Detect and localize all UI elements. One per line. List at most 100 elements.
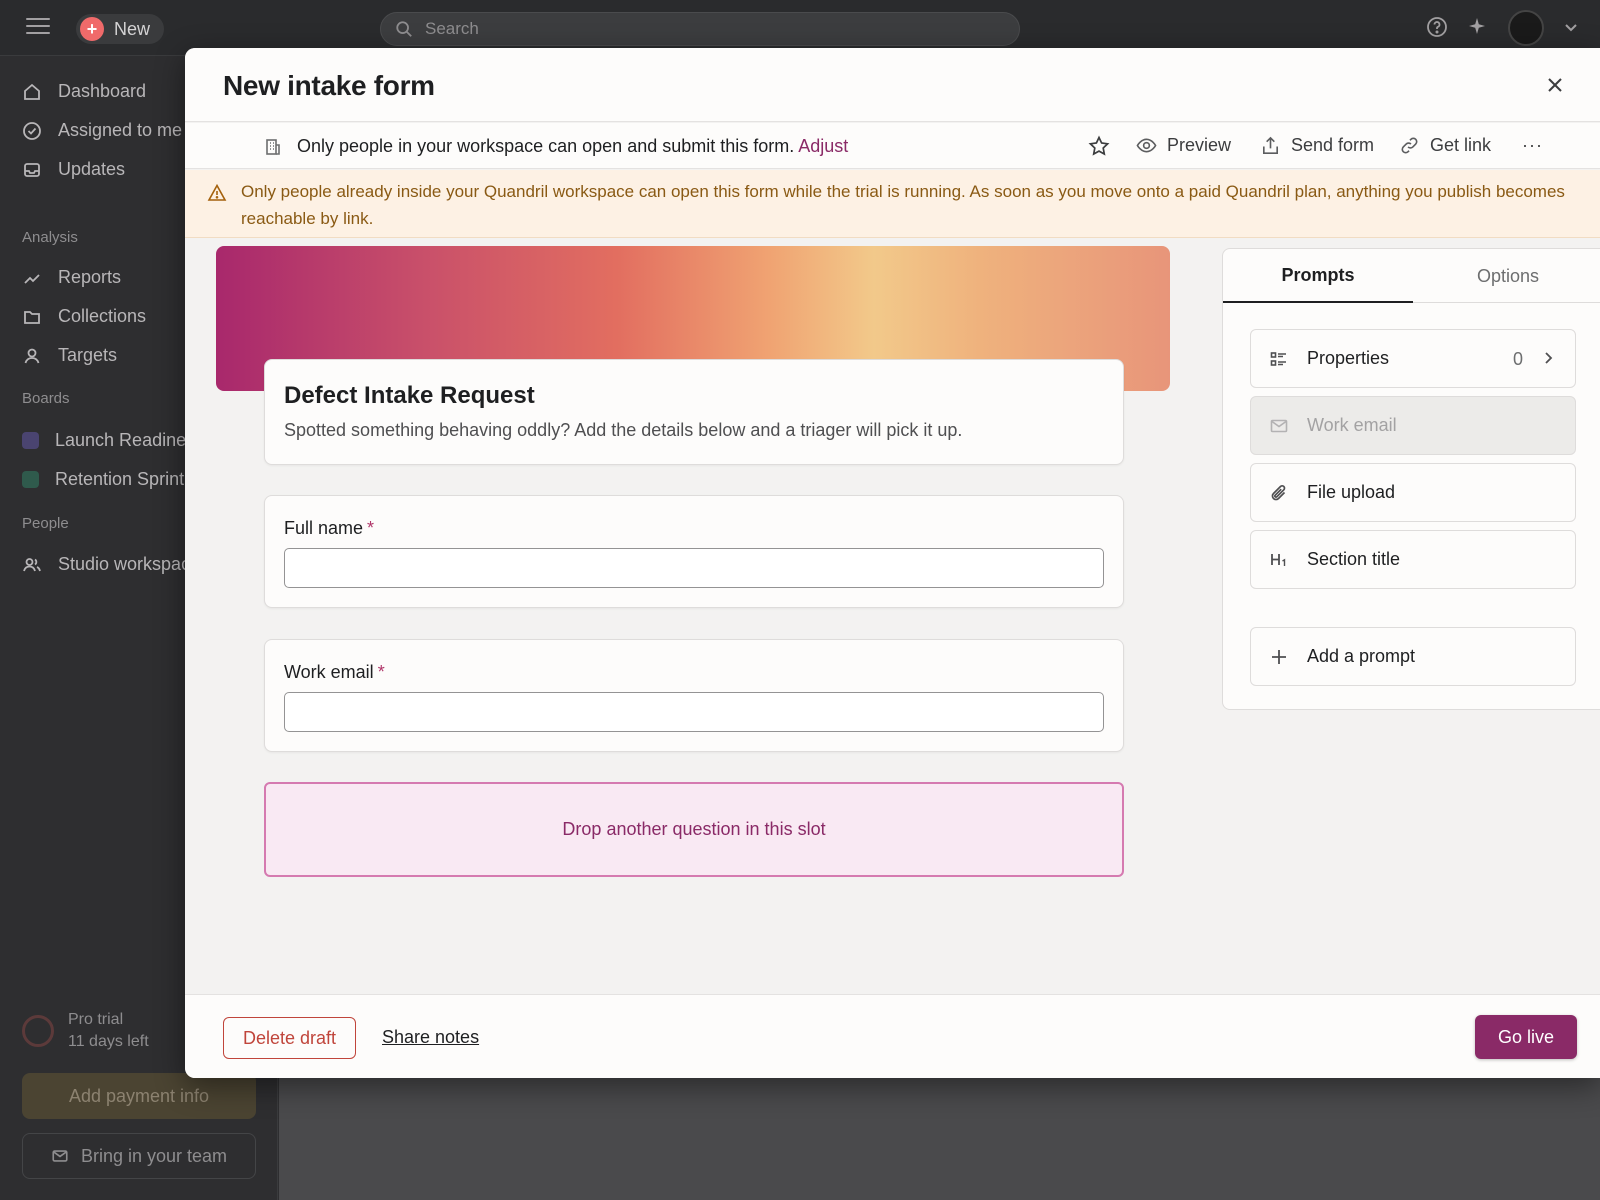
tab-prompts[interactable]: Prompts xyxy=(1223,249,1413,303)
trend-icon xyxy=(24,273,40,284)
prompt-work-email: Work email xyxy=(1250,396,1576,455)
send-form-label: Send form xyxy=(1291,135,1375,155)
inbox-icon xyxy=(24,162,40,177)
trial-status: Pro trial 11 days left xyxy=(22,1009,149,1053)
building-icon xyxy=(266,138,280,155)
prompt-label: Section title xyxy=(1307,549,1401,569)
sidebar-item-updates[interactable]: Updates xyxy=(22,159,125,180)
sidebar-item-label: Assigned to me xyxy=(58,120,183,140)
sidebar-item-people[interactable]: Studio workspace xyxy=(22,554,200,575)
prompt-section-title[interactable]: Section title xyxy=(1250,530,1576,589)
warning-icon xyxy=(207,183,227,201)
trial-progress-ring xyxy=(22,1015,54,1047)
avatar[interactable] xyxy=(1508,10,1544,46)
adjust-link[interactable]: Adjust xyxy=(798,136,848,156)
sidebar-item-dashboard[interactable]: Dashboard xyxy=(22,81,146,102)
preview-label: Preview xyxy=(1167,135,1232,155)
form-title[interactable]: Defect Intake Request xyxy=(284,382,535,410)
sidebar-item-targets[interactable]: Targets xyxy=(22,345,117,366)
add-prompt-label: Add a prompt xyxy=(1307,646,1416,666)
sidebar-item-board[interactable]: Retention Sprint xyxy=(22,469,184,490)
board-color-swatch xyxy=(22,471,39,488)
delete-draft-button[interactable]: Delete draft xyxy=(223,1017,357,1059)
sidebar-item-label: Dashboard xyxy=(58,81,147,101)
search-bar[interactable]: Search xyxy=(380,12,1020,46)
link-icon xyxy=(1401,137,1418,154)
panel-tabs: Prompts Options xyxy=(1223,249,1600,303)
heading-icon xyxy=(1271,553,1286,566)
sidebar-section-boards: Boards xyxy=(22,390,70,407)
add-prompt-button[interactable]: Add a prompt xyxy=(1250,627,1576,686)
trial-title: Pro trial xyxy=(68,1011,124,1028)
invite-team-button[interactable]: Bring in your team xyxy=(22,1133,256,1179)
sidebar-item-label: Retention Sprint xyxy=(55,469,185,489)
question-label: Work email * xyxy=(284,662,385,683)
tab-options[interactable]: Options xyxy=(1413,249,1600,303)
question-label-text: Full name xyxy=(284,518,364,538)
send-form-button[interactable]: Send form xyxy=(1260,135,1374,156)
search-placeholder: Search xyxy=(425,19,479,38)
trial-warning-banner: Only people already inside your Quandril… xyxy=(185,170,1600,238)
intake-form-modal: New intake form Only people in your work… xyxy=(185,48,1600,1078)
sidebar-item-board[interactable]: Launch Readiness xyxy=(22,430,204,451)
share-icon xyxy=(1263,136,1278,154)
close-icon[interactable] xyxy=(1542,72,1568,98)
home-icon xyxy=(24,83,40,100)
modal-header: New intake form xyxy=(185,48,1600,122)
plus-icon: + xyxy=(80,17,104,41)
preview-button[interactable]: Preview xyxy=(1136,135,1231,156)
share-notes-link[interactable]: Share notes xyxy=(382,1027,479,1048)
question-drop-zone[interactable]: Drop another question in this slot xyxy=(264,782,1124,877)
eye-icon xyxy=(1136,138,1157,153)
get-link-label: Get link xyxy=(1430,135,1492,155)
add-payment-button[interactable]: Add payment info xyxy=(22,1073,256,1119)
prompt-properties[interactable]: Properties 0 xyxy=(1250,329,1576,388)
sidebar-item-label: Reports xyxy=(58,267,122,287)
mail-icon xyxy=(52,1150,68,1162)
question-card[interactable]: Full name * xyxy=(264,495,1124,608)
star-icon[interactable] xyxy=(1088,135,1110,157)
sidebar-item-collections[interactable]: Collections xyxy=(22,306,146,327)
sidebar-item-label: Updates xyxy=(58,159,126,179)
sidebar-item-label: Targets xyxy=(58,345,118,365)
board-color-swatch xyxy=(22,432,39,449)
prompt-label: File upload xyxy=(1307,482,1396,502)
sidebar-section-analysis: Analysis xyxy=(22,229,78,246)
trial-days-left: 11 days left xyxy=(68,1033,149,1050)
sidebar-item-label: Collections xyxy=(58,306,147,326)
modal-footer: Delete draft Share notes Go live xyxy=(185,994,1600,1078)
sparkle-icon[interactable] xyxy=(1466,16,1488,38)
chevron-down-icon[interactable] xyxy=(1560,16,1582,38)
form-toolbar: Only people in your workspace can open a… xyxy=(185,123,1600,169)
check-circle-icon xyxy=(23,121,41,140)
help-icon[interactable] xyxy=(1426,16,1448,38)
permission-notice: Only people in your workspace can open a… xyxy=(263,136,848,157)
go-live-button[interactable]: Go live xyxy=(1474,1015,1577,1059)
new-button-label: New xyxy=(114,18,151,39)
question-label-text: Work email xyxy=(284,662,374,682)
get-link-button[interactable]: Get link xyxy=(1399,135,1491,156)
full-name-input[interactable] xyxy=(284,548,1104,588)
prompt-file-upload[interactable]: File upload xyxy=(1250,463,1576,522)
sidebar-item-label: Launch Readiness xyxy=(55,430,205,450)
new-button[interactable]: + New xyxy=(76,14,165,44)
sidebar-item-assigned[interactable]: Assigned to me xyxy=(22,120,182,141)
person-icon xyxy=(24,348,40,363)
question-card[interactable]: Work email * xyxy=(264,639,1124,752)
more-options-button[interactable]: ··· xyxy=(1522,135,1543,156)
prompts-panel: Prompts Options Properties 0 Work email … xyxy=(1222,248,1600,710)
form-header-card: Defect Intake Request Spotted something … xyxy=(264,359,1124,465)
sidebar-item-reports[interactable]: Reports xyxy=(22,267,121,288)
warning-text: Only people already inside your Quandril… xyxy=(241,182,1565,228)
modal-title: New intake form xyxy=(223,70,435,101)
required-mark: * xyxy=(367,518,375,538)
menu-icon[interactable] xyxy=(26,18,50,38)
work-email-input[interactable] xyxy=(284,692,1104,732)
sidebar-section-people: People xyxy=(22,515,69,532)
list-icon xyxy=(1270,351,1286,366)
form-description[interactable]: Spotted something behaving oddly? Add th… xyxy=(284,420,962,441)
required-mark: * xyxy=(377,662,385,682)
search-icon xyxy=(396,21,412,37)
invite-team-label: Bring in your team xyxy=(80,1145,228,1166)
permission-text: Only people in your workspace can open a… xyxy=(297,136,795,156)
